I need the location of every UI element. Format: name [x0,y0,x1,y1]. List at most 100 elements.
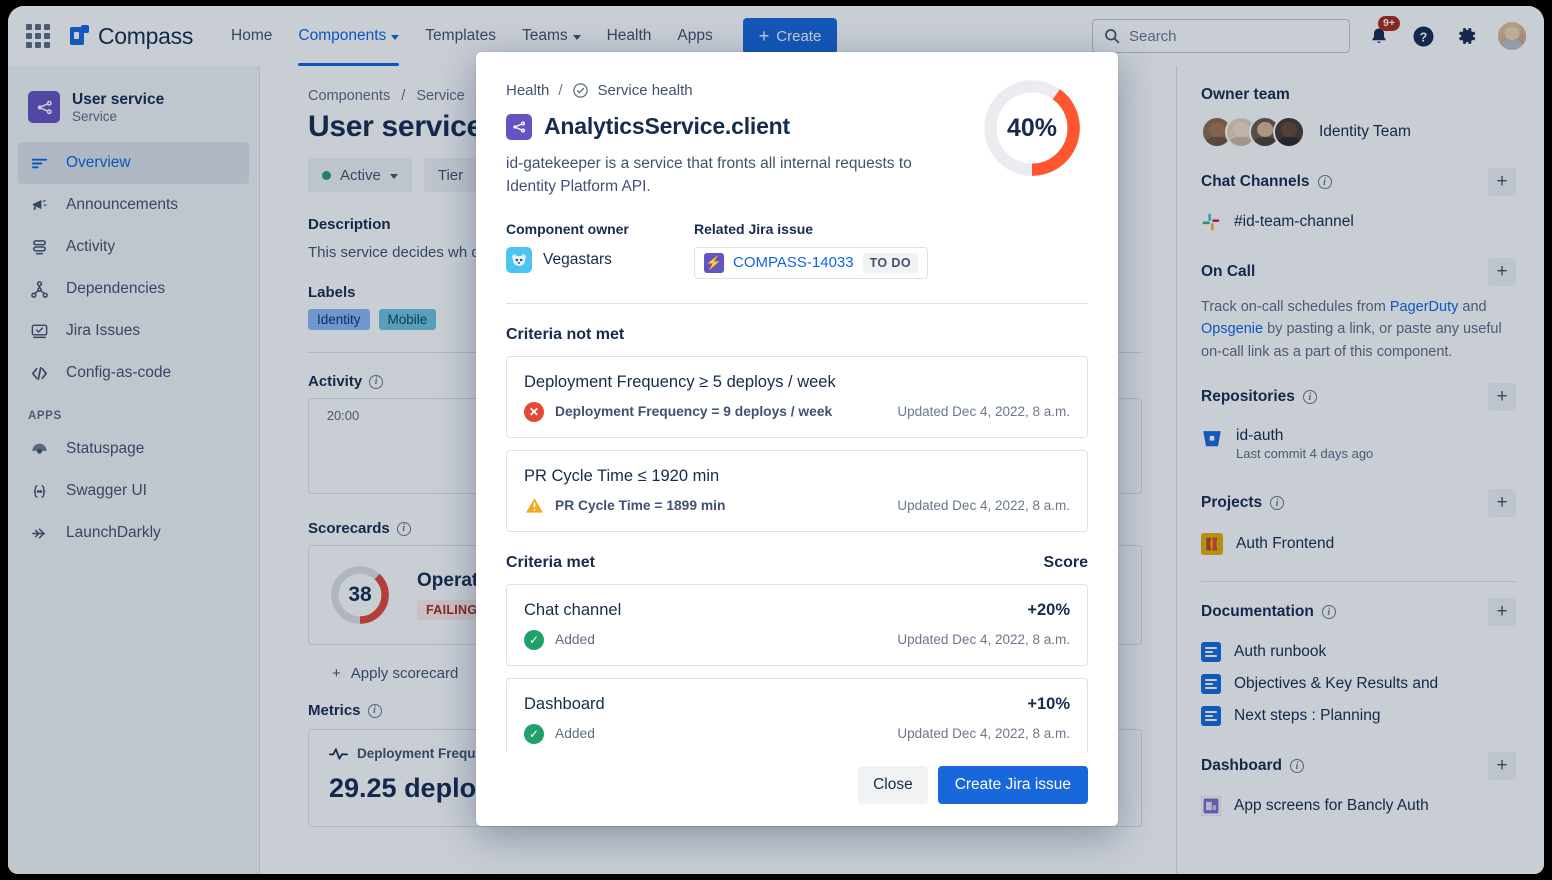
jira-issue-key[interactable]: COMPASS-14033 [733,254,854,271]
status-chip-active[interactable]: Active [308,158,412,192]
sidebar-item-launchdarkly[interactable]: LaunchDarkly [18,512,249,554]
compass-logo[interactable]: Compass [68,23,193,50]
help-button[interactable]: ? [1408,21,1438,51]
related-jira-issue[interactable]: ⚡ COMPASS-14033 TO DO [694,247,928,279]
project-item[interactable]: Auth Frontend [1201,527,1516,561]
document-icon [1201,642,1221,662]
info-icon[interactable]: i [1270,496,1284,510]
add-on-call-button[interactable]: + [1488,258,1516,286]
info-icon[interactable]: i [1322,605,1336,619]
modal-meta-row: Component owner Vegastars Related Jira i… [506,221,1088,279]
pagerduty-link[interactable]: PagerDuty [1390,299,1459,315]
nav-item-home[interactable]: Home [219,6,284,66]
brand-name: Compass [98,23,193,50]
search-input[interactable] [1129,28,1338,45]
sidebar-item-activity[interactable]: Activity [18,226,249,268]
criteria-top: Dashboard +10% [524,695,1070,714]
sidebar-item-jira-issues[interactable]: Jira Issues [18,310,249,352]
sidebar-item-dependencies[interactable]: Dependencies [18,268,249,310]
documentation-item[interactable]: Auth runbook [1201,636,1516,668]
chat-channels-block: Chat Channels i + #id-team-channel [1201,168,1516,238]
document-icon [1201,706,1221,726]
criteria-row[interactable]: Dashboard +10% ✓ Added Updated Dec 4, 20… [506,678,1088,753]
create-jira-issue-button[interactable]: Create Jira issue [938,766,1088,804]
tier-chip[interactable]: Tier [424,158,477,192]
info-icon[interactable]: i [1303,390,1317,404]
dashboard-item[interactable]: App screens for Bancly Auth [1201,790,1516,822]
activity-icon [28,236,50,258]
app-switcher-icon[interactable] [26,24,50,48]
opsgenie-link[interactable]: Opsgenie [1201,321,1263,337]
nav-item-components[interactable]: Components [286,6,411,66]
criteria-not-met-header: Criteria not met [506,326,1088,344]
repositories-block: Repositories i + id-auth Last commit 4 d… [1201,383,1516,469]
modal-breadcrumb-child[interactable]: Service health [598,82,693,99]
sidebar-item-statuspage[interactable]: Statuspage [18,428,249,470]
code-icon [28,362,50,384]
left-sidebar: User service Service Overview Announceme… [8,66,260,874]
documentation-heading: Documentation i [1201,603,1336,621]
modal-title: AnalyticsService.client [544,113,790,140]
sidebar-item-swagger-ui[interactable]: Swagger UI [18,470,249,512]
info-icon[interactable]: i [1318,175,1332,189]
documentation-item[interactable]: Objectives & Key Results and [1201,668,1516,700]
criteria-top: Chat channel +20% [524,601,1070,620]
repository-item[interactable]: id-auth Last commit 4 days ago [1201,421,1516,469]
sidebar-item-label: Config-as-code [66,364,171,382]
app-window: Compass Home Components Templates Teams [8,6,1544,874]
criteria-bottom: ✓ Added Updated Dec 4, 2022, 8 a.m. [524,630,1070,650]
sidebar-item-config-as-code[interactable]: Config-as-code [18,352,249,394]
info-icon[interactable]: i [1290,759,1304,773]
sidebar-item-label: LaunchDarkly [66,524,161,542]
add-chat-channel-button[interactable]: + [1488,168,1516,196]
info-icon[interactable]: i [369,375,383,389]
owner-team-block: Owner team Identity Team [1201,86,1516,148]
info-icon[interactable]: i [397,522,411,536]
svg-text:?: ? [1419,30,1427,44]
project-name: Auth Frontend [1236,535,1334,553]
label-chip[interactable]: Identity [308,309,370,330]
component-owner-row[interactable]: Vegastars [506,247,694,273]
dashboard-item-label: App screens for Bancly Auth [1234,797,1429,815]
criteria-updated: Updated Dec 4, 2022, 8 a.m. [897,498,1070,513]
criteria-name: PR Cycle Time ≤ 1920 min [524,467,719,486]
notifications-button[interactable]: 9+ [1364,21,1394,51]
documentation-heading-text: Documentation [1201,603,1314,621]
user-avatar[interactable] [1496,20,1528,52]
settings-button[interactable] [1452,21,1482,51]
on-call-text-1: Track on-call schedules from [1201,299,1390,315]
create-button[interactable]: + Create [743,18,838,54]
health-score-donut: 40% [982,78,1082,178]
label-chip[interactable]: Mobile [379,309,437,330]
check-icon: ✓ [524,724,544,744]
add-dashboard-button[interactable]: + [1488,752,1516,780]
plus-icon: + [759,27,770,45]
add-repository-button[interactable]: + [1488,383,1516,411]
chat-channel-item[interactable]: #id-team-channel [1201,206,1516,238]
health-score-value: 40% [982,78,1082,178]
criteria-row[interactable]: Chat channel +20% ✓ Added Updated Dec 4,… [506,584,1088,666]
search-box[interactable] [1092,19,1350,53]
breadcrumb-child[interactable]: Service [416,88,464,104]
chevron-down-icon [390,174,398,179]
criteria-row[interactable]: PR Cycle Time ≤ 1920 min PR Cycle Time =… [506,450,1088,532]
info-icon[interactable]: i [368,704,382,718]
documentation-block: Documentation i + Auth runbook Objective… [1201,598,1516,732]
owner-team-row[interactable]: Identity Team [1201,116,1516,148]
close-button[interactable]: Close [858,766,928,804]
sidebar-item-label: Announcements [66,196,178,214]
add-documentation-button[interactable]: + [1488,598,1516,626]
sidebar-item-announcements[interactable]: Announcements [18,184,249,226]
jira-status-badge: TO DO [863,253,918,273]
criteria-row[interactable]: Deployment Frequency ≥ 5 deploys / week … [506,356,1088,438]
sidebar-item-overview[interactable]: Overview [18,142,249,184]
breadcrumb-root[interactable]: Components [308,88,390,104]
plus-icon: + [1496,261,1507,283]
documentation-item[interactable]: Next steps : Planning [1201,700,1516,732]
warning-icon [524,496,544,516]
modal-breadcrumb-root[interactable]: Health [506,82,549,99]
plus-icon: + [1496,171,1507,193]
add-project-button[interactable]: + [1488,489,1516,517]
sidebar-header: User service Service [8,84,259,142]
service-health-modal: 40% Health / Service health AnalyticsSer… [476,52,1118,826]
